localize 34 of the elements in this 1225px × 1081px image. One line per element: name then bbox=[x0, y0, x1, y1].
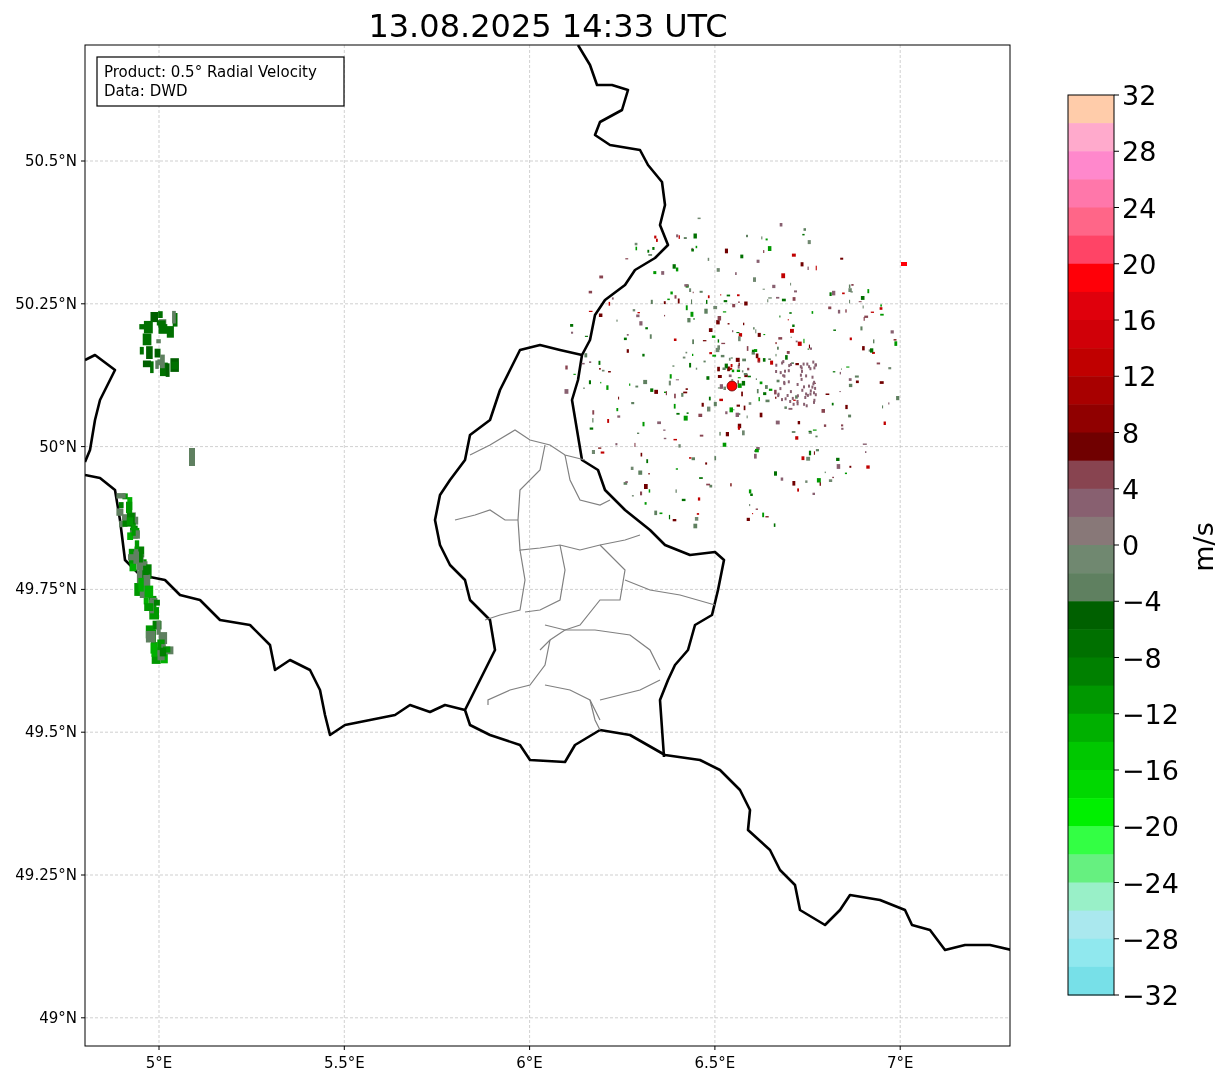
colorbar-tick-label: 8 bbox=[1122, 417, 1140, 449]
longitude-label: 6.5°E bbox=[694, 1054, 736, 1072]
colorbar-tick-label: −8 bbox=[1122, 642, 1162, 674]
colorbar-tick-label: 24 bbox=[1122, 192, 1157, 224]
colorbar-tick-label: 20 bbox=[1122, 248, 1157, 280]
latitude-label: 49.5°N bbox=[24, 723, 77, 742]
colorbar-tick-label: 16 bbox=[1122, 305, 1157, 336]
colorbar-tick-label: −20 bbox=[1122, 811, 1179, 843]
colorbar-tick-label: −12 bbox=[1122, 698, 1179, 730]
latitude-label: 50.25°N bbox=[15, 294, 77, 313]
latitude-label: 50.5°N bbox=[24, 152, 77, 170]
colorbar-label: m/s bbox=[1188, 522, 1219, 572]
longitude-label: 6°E bbox=[516, 1054, 543, 1072]
info-text: Product: 0.5° Radial Velocity bbox=[104, 63, 317, 81]
latitude-label: 50°N bbox=[39, 437, 77, 456]
colorbar-tick-label: −24 bbox=[1122, 867, 1179, 899]
longitude-label: 7°E bbox=[886, 1054, 914, 1072]
latitude-label: 49.75°N bbox=[15, 580, 77, 599]
info-text: Data: DWD bbox=[104, 82, 188, 100]
colorbar-tick-label: 4 bbox=[1122, 473, 1140, 505]
latitude-label: 49.25°N bbox=[15, 866, 77, 884]
colorbar-tick-label: −28 bbox=[1122, 923, 1179, 955]
chart-title: 13.08.2025 14:33 UTC bbox=[368, 7, 728, 45]
colorbar-tick-label: −4 bbox=[1122, 586, 1162, 618]
colorbar-tick-label: 32 bbox=[1122, 80, 1157, 111]
latitude-label: 49°N bbox=[39, 1008, 77, 1027]
longitude-label: 5.5°E bbox=[323, 1054, 365, 1072]
colorbar-tick-label: 28 bbox=[1122, 136, 1157, 168]
colorbar-tick-label: −16 bbox=[1122, 755, 1179, 786]
longitude-label: 5°E bbox=[145, 1054, 173, 1072]
radar-site-marker bbox=[726, 380, 738, 392]
colorbar-tick-label: −32 bbox=[1122, 980, 1179, 1011]
colorbar-tick-label: 0 bbox=[1122, 530, 1140, 561]
colorbar-tick-label: 12 bbox=[1122, 361, 1157, 393]
